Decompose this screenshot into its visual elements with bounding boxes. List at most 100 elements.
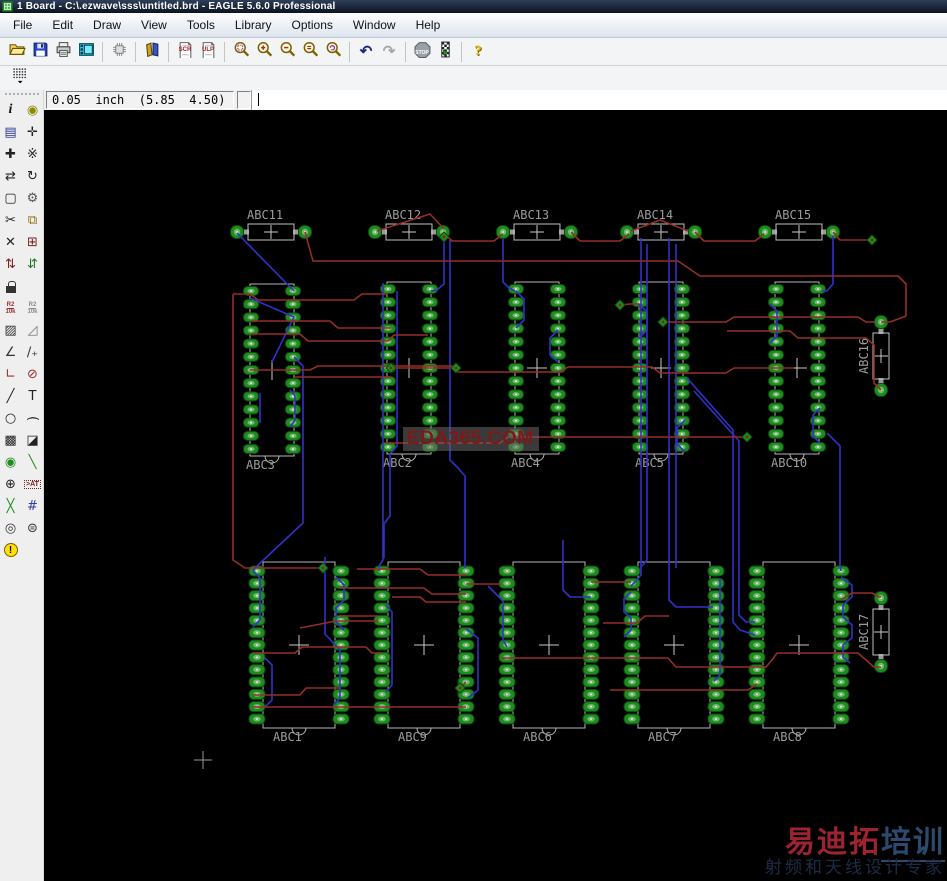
redo-button[interactable]: ↷ — [378, 41, 400, 63]
run-script-button[interactable]: SCR — [174, 41, 196, 63]
menu-help[interactable]: Help — [406, 13, 451, 37]
menu-tools[interactable]: Tools — [177, 13, 225, 37]
tool-group[interactable]: ▢ — [1, 188, 20, 208]
component-ABC3[interactable]: ABC3 — [243, 283, 301, 472]
library-button[interactable] — [141, 41, 163, 63]
tool-auto[interactable]: # — [23, 496, 42, 516]
trace-bottom-layer[interactable] — [430, 239, 445, 292]
component-ABC13[interactable]: ABC13 — [496, 208, 578, 241]
tool-move[interactable]: ✚ — [1, 144, 20, 164]
component-ABC11[interactable]: ABC11 — [230, 208, 312, 241]
tool-arc[interactable]: ( — [23, 408, 42, 428]
tool-copy[interactable]: ※ — [23, 144, 42, 164]
tool-text[interactable]: T — [23, 386, 42, 406]
tool-circle[interactable]: ○ — [1, 408, 20, 428]
tool-wire[interactable]: ╱ — [1, 386, 20, 406]
tool-errors[interactable]: ⊜ — [23, 518, 42, 538]
menu-library[interactable]: Library — [225, 13, 282, 37]
trace-bottom-layer[interactable] — [236, 232, 295, 292]
zoom-out-button[interactable] — [276, 41, 298, 63]
run-ulp-button[interactable]: ULP — [197, 41, 219, 63]
tool-add[interactable]: ⊞ — [23, 232, 42, 252]
tool-rect[interactable]: ▩ — [1, 430, 20, 450]
tool-polygon[interactable]: ◪ — [23, 430, 42, 450]
tool-ratsnest[interactable]: ╳ — [1, 496, 20, 516]
save-button[interactable] — [29, 41, 51, 63]
tool-rotate[interactable]: ↻ — [23, 166, 42, 186]
component-ABC17[interactable]: ABC17 — [857, 591, 890, 673]
component-ABC16[interactable]: ABC16 — [857, 315, 890, 397]
tool-name[interactable]: R2 10k — [1, 298, 20, 318]
trace-bottom-layer[interactable] — [515, 290, 525, 329]
trace-bottom-layer[interactable] — [465, 628, 479, 699]
trace-bottom-layer[interactable] — [449, 240, 466, 568]
command-line-input[interactable] — [251, 90, 947, 110]
menu-window[interactable]: Window — [343, 13, 406, 37]
component-ABC15[interactable]: ABC15 — [758, 208, 840, 241]
tool-show[interactable]: ◉ — [23, 100, 42, 120]
trace-top-layer[interactable] — [253, 646, 382, 654]
zoom-fit-button[interactable] — [299, 41, 321, 63]
trace-top-layer[interactable] — [340, 587, 466, 595]
help-button[interactable]: ? — [467, 41, 489, 63]
tool-value[interactable]: R2 10k — [23, 298, 42, 318]
trace-top-layer[interactable] — [501, 652, 881, 668]
tool-miter[interactable]: ◿ — [23, 320, 42, 340]
grid-button[interactable] — [5, 68, 35, 88]
tool-delete[interactable]: ✕ — [1, 232, 20, 252]
tool-optimize[interactable]: ∕₊ — [23, 342, 42, 362]
trace-top-layer[interactable] — [663, 316, 875, 323]
component-ABC14[interactable]: ABC14 — [620, 208, 702, 241]
trace-bottom-layer[interactable] — [502, 239, 516, 292]
tool-mirror[interactable]: ⇄ — [1, 166, 20, 186]
stop-button[interactable]: STOP — [411, 41, 433, 63]
export-image-button[interactable] — [75, 41, 97, 63]
via[interactable] — [741, 431, 753, 443]
go-button[interactable] — [434, 41, 456, 63]
via[interactable] — [614, 299, 626, 311]
tool-cut[interactable]: ✂ — [1, 210, 20, 230]
tool-hole[interactable]: ⊕ — [1, 474, 20, 494]
via[interactable] — [866, 234, 878, 246]
component-ABC6[interactable]: ABC6 — [498, 561, 600, 744]
menu-view[interactable]: View — [131, 13, 177, 37]
via[interactable] — [317, 562, 329, 574]
tool-info[interactable]: i — [1, 100, 20, 120]
tool-warning[interactable]: ! — [1, 540, 20, 560]
undo-button[interactable]: ↶ — [355, 41, 377, 63]
palette-grip[interactable] — [4, 93, 39, 96]
menu-draw[interactable]: Draw — [83, 13, 131, 37]
tool-signal[interactable]: ╲ — [23, 452, 42, 472]
menu-file[interactable]: File — [3, 13, 42, 37]
tool-paste[interactable]: ⧉ — [23, 210, 42, 230]
tool-pinswap[interactable]: ⇅ — [1, 254, 20, 274]
tool-display[interactable]: ▤ — [1, 122, 20, 142]
trace-top-layer[interactable] — [694, 231, 765, 242]
menu-options[interactable]: Options — [282, 13, 343, 37]
trace-bottom-layer[interactable] — [264, 657, 273, 708]
trace-top-layer[interactable] — [357, 568, 466, 576]
zoom-select-button[interactable] — [230, 41, 252, 63]
print-button[interactable] — [52, 41, 74, 63]
component-ABC9[interactable]: ABC9 — [373, 561, 475, 744]
component-ABC7[interactable]: ABC7 — [623, 561, 725, 744]
tool-via[interactable]: ◉ — [1, 452, 20, 472]
tool-ripup[interactable]: ⊘ — [23, 364, 42, 384]
tool-drc[interactable]: ◎ — [1, 518, 20, 538]
tool-replace[interactable]: ⇵ — [23, 254, 42, 274]
tool-attribute[interactable]: >AT — [23, 474, 42, 494]
tool-lock[interactable] — [1, 276, 20, 296]
menu-edit[interactable]: Edit — [42, 13, 83, 37]
tool-change[interactable]: ⚙ — [23, 188, 42, 208]
trace-bottom-layer[interactable] — [822, 236, 834, 292]
tool-split[interactable]: ∠ — [1, 342, 20, 362]
component-ABC12[interactable]: ABC12 — [368, 208, 450, 241]
trace-top-layer[interactable] — [392, 596, 466, 603]
pcb-drawing[interactable]: ABC3 ABC2 ABC4 ABC5 ABC10 ABC1 ABC9 ABC6 ABC7 ABC… — [44, 110, 947, 881]
via[interactable] — [657, 316, 669, 328]
trace-top-layer[interactable] — [253, 687, 340, 696]
trace-top-layer[interactable] — [251, 333, 428, 342]
tool-smash[interactable]: ▨ — [1, 320, 20, 340]
trace-bottom-layer[interactable] — [693, 390, 755, 623]
title-bar[interactable]: 1 Board - C:\.ezwave\sss\untitled.brd - … — [0, 0, 947, 13]
